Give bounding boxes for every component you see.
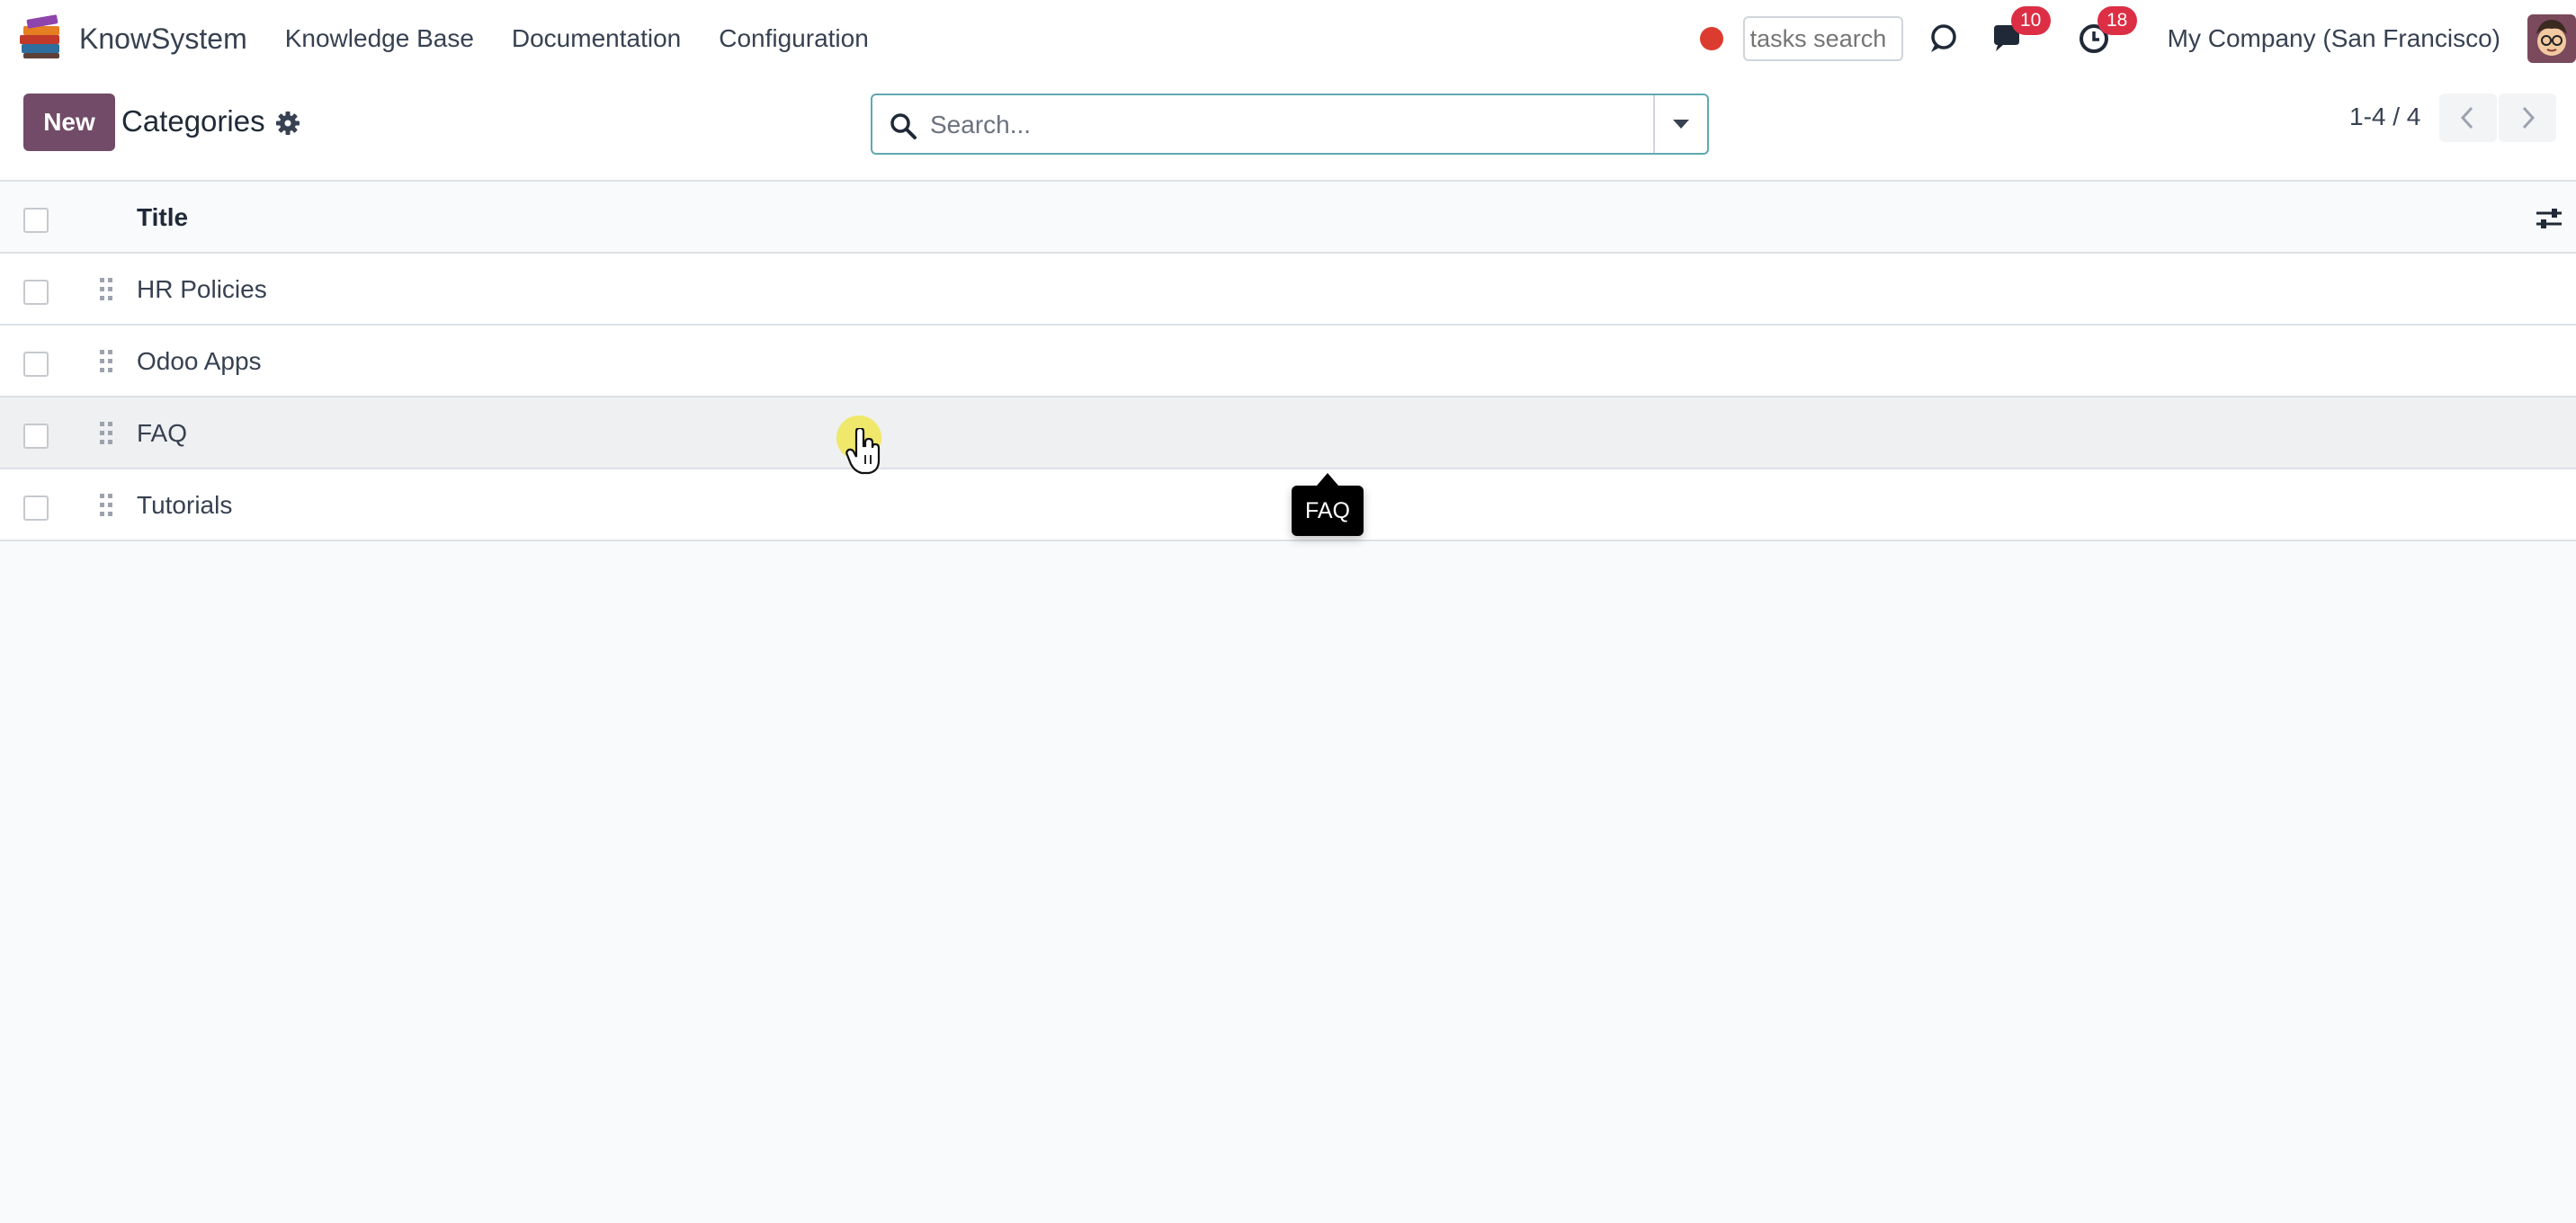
control-panel: New Categories 1-4 / 4 xyxy=(0,77,2576,182)
search-options-toggle[interactable] xyxy=(1653,95,1707,153)
activities-badge: 18 xyxy=(2097,6,2137,35)
new-button[interactable]: New xyxy=(23,94,115,151)
pager-value[interactable]: 1-4 / 4 xyxy=(2349,103,2420,131)
company-switcher[interactable]: My Company (San Francisco) xyxy=(2168,24,2500,53)
drag-handle-icon[interactable] xyxy=(99,421,113,446)
drag-handle-icon[interactable] xyxy=(99,277,113,302)
column-header-title[interactable]: Title xyxy=(137,203,188,232)
row-checkbox[interactable] xyxy=(23,495,49,521)
page-title: Categories xyxy=(121,104,265,138)
recording-indicator-icon[interactable] xyxy=(1699,27,1723,50)
bug-icon xyxy=(1930,24,1956,52)
messages-badge: 10 xyxy=(2010,6,2051,35)
user-avatar[interactable] xyxy=(2527,14,2576,63)
menu-documentation[interactable]: Documentation xyxy=(512,24,681,53)
chevron-left-icon xyxy=(2460,106,2473,129)
table-row[interactable]: HR Policies xyxy=(0,254,2576,326)
select-all-checkbox[interactable] xyxy=(23,208,49,233)
menu-knowledge-base[interactable]: Knowledge Base xyxy=(285,24,474,53)
app-name: KnowSystem xyxy=(79,22,247,55)
row-title: FAQ xyxy=(137,419,188,447)
row-checkbox[interactable] xyxy=(23,352,49,377)
messages-button[interactable]: 10 xyxy=(1988,6,2051,58)
table-row[interactable]: Odoo Apps xyxy=(0,326,2576,397)
app-brand[interactable]: KnowSystem xyxy=(16,13,247,64)
row-title: Odoo Apps xyxy=(137,347,262,375)
debug-button[interactable] xyxy=(1923,19,1963,58)
hand-cursor-icon xyxy=(845,428,881,475)
avatar-image-icon xyxy=(2527,14,2576,63)
search-bar xyxy=(871,94,1709,155)
sliders-icon[interactable] xyxy=(2535,205,2563,232)
systray: 10 18 My Company (San Francisco) xyxy=(1699,0,2576,77)
row-checkbox[interactable] xyxy=(23,280,49,305)
categories-list: Title HR Policies Odoo Apps FAQ Tutorial… xyxy=(0,182,2576,541)
tasks-search-input[interactable] xyxy=(1742,16,1903,61)
main-navbar: KnowSystem Knowledge Base Documentation … xyxy=(0,0,2576,77)
row-checkbox[interactable] xyxy=(23,424,49,449)
gear-icon[interactable] xyxy=(274,110,301,137)
search-input[interactable] xyxy=(930,106,1614,144)
row-title: Tutorials xyxy=(137,491,233,519)
menu-configuration[interactable]: Configuration xyxy=(719,24,869,53)
pager-previous-button[interactable] xyxy=(2439,94,2497,142)
row-title: HR Policies xyxy=(137,275,267,303)
row-tooltip: FAQ xyxy=(1292,473,1364,536)
chevron-right-icon xyxy=(2522,106,2536,129)
table-row[interactable]: Tutorials xyxy=(0,469,2576,541)
table-header: Title xyxy=(0,182,2576,254)
books-logo-icon xyxy=(20,14,59,58)
table-row[interactable]: FAQ xyxy=(0,397,2576,469)
search-icon xyxy=(890,113,917,139)
drag-handle-icon[interactable] xyxy=(99,349,113,374)
pager-next-button[interactable] xyxy=(2499,94,2556,142)
drag-handle-icon[interactable] xyxy=(99,493,113,518)
activities-button[interactable]: 18 xyxy=(2074,6,2137,58)
